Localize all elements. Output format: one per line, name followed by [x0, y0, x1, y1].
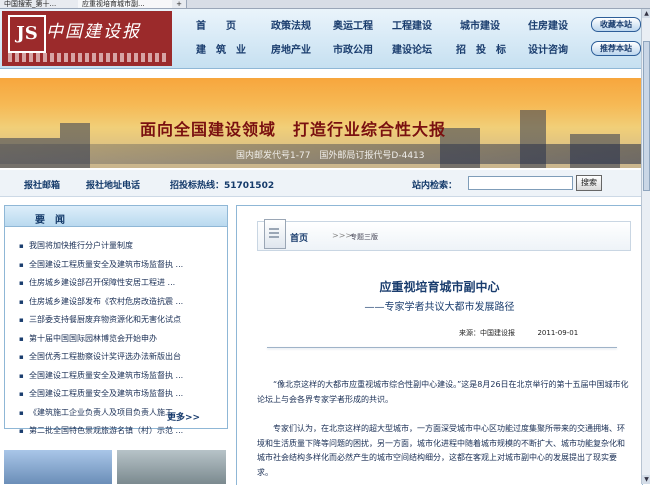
headlines-box: 要闻 ▪ 我国将加快推行分户计量制度 ▪ 全国建设工程质量安全及建筑市场监督执 ..… [4, 205, 228, 435]
recommend-button[interactable]: 推荐本站 [591, 41, 641, 56]
bullet-icon: ▪ [19, 408, 24, 417]
breadcrumb-home[interactable]: 首页 [290, 231, 308, 244]
article-meta: 来源：中国建设报 2011-09-01 [459, 328, 578, 338]
list-item[interactable]: ▪ 住房城乡建设部召开保障性安居工程进 ... [5, 274, 227, 293]
header-banner: 面向全国建设领域 打造行业综合性大报 国内邮发代号1-77 国外邮局订报代号D-… [0, 78, 650, 168]
bullet-icon: ▪ [19, 390, 24, 398]
more-link[interactable]: 更多>> [167, 410, 200, 423]
nav-housing[interactable]: 住房建设 [528, 17, 568, 32]
page-scrollbar[interactable]: ▲ ▼ [641, 9, 650, 484]
bullet-icon: ▪ [19, 371, 24, 380]
headline-link[interactable]: 全国建设工程质量安全及建筑市场监督执 ... [29, 371, 183, 380]
building-silhouette-icon [8, 53, 168, 62]
search-input[interactable] [468, 176, 573, 190]
nav-engineering[interactable]: 工程建设 [392, 17, 432, 32]
headline-link[interactable]: 全国建设工程质量安全及建筑市场监督执 ... [29, 389, 183, 398]
bookmark-button[interactable]: 收藏本站 [591, 17, 641, 32]
nav-bidding[interactable]: 招 投 标 [456, 41, 506, 56]
headline-link[interactable]: 住房城乡建设部发布《农村危房改造抗震 ... [29, 297, 183, 306]
browser-tab-strip: 中国搜索_第十... 应重视培育城市副... + [0, 0, 650, 9]
article-date: 2011-09-01 [537, 329, 579, 337]
email-link[interactable]: 报社邮箱 [24, 178, 60, 191]
article-paragraph: 专家们认为，在北京这样的超大型城市，一方面深受城市中心区功能过度集聚所带来的交通… [257, 424, 625, 477]
thumbnail-image[interactable] [4, 450, 112, 484]
nav-olympic[interactable]: 奥运工程 [333, 17, 373, 32]
banner-slogan: 面向全国建设领域 打造行业综合性大报 [140, 120, 447, 139]
bullet-icon: ▪ [19, 427, 24, 435]
headlines-header: 要闻 [5, 206, 227, 227]
scroll-down-arrow-icon[interactable]: ▼ [642, 475, 650, 484]
bullet-icon: ▪ [19, 279, 24, 287]
list-item[interactable]: ▪ 我国将加快推行分户计量制度 [5, 237, 227, 256]
scrollbar-thumb[interactable] [643, 41, 650, 191]
address-link[interactable]: 报社地址电话 [86, 178, 140, 191]
list-item[interactable]: ▪ 全国建设工程质量安全及建筑市场监督执 ... [5, 256, 227, 275]
hotline-text: 招投标热线：51701502 [170, 181, 275, 191]
site-header: JS 中国建设报 首 页 政策法规 奥运工程 工程建设 城市建设 住房建设 建 … [0, 9, 650, 69]
scroll-up-arrow-icon[interactable]: ▲ [642, 9, 650, 18]
headline-link[interactable]: 全国建设工程质量安全及建筑市场监督执 ... [29, 260, 183, 269]
list-item[interactable]: ▪ 全国建设工程质量安全及建筑市场监督执 ... [5, 367, 227, 386]
bullet-icon: ▪ [19, 353, 24, 361]
nav-home[interactable]: 首 页 [196, 17, 236, 32]
breadcrumb-current: 专题三版 [350, 233, 378, 241]
list-item[interactable]: ▪ 全国建设工程质量安全及建筑市场监督执 ... [5, 385, 227, 404]
bullet-icon: ▪ [19, 242, 24, 250]
headline-link[interactable]: 住房城乡建设部召开保障性安居工程进 ... [29, 278, 175, 287]
bullet-icon: ▪ [19, 260, 24, 269]
search-button[interactable]: 搜索 [576, 175, 602, 191]
browser-tab[interactable]: 中国搜索_第十... [0, 0, 85, 8]
thumbnail-image[interactable] [117, 450, 226, 484]
article-title: 应重视培育城市副中心 [379, 280, 500, 294]
headline-link[interactable]: 我国将加快推行分户计量制度 [29, 241, 133, 250]
headline-link[interactable]: 《建筑施工企业负责人及项目负责人施工 ... [29, 408, 183, 417]
breadcrumb: 首页 >>> 专题三版 [257, 219, 631, 251]
article-panel: 首页 >>> 专题三版 应重视培育城市副中心 ——专家学者共议大都市发展路径 来… [236, 205, 643, 485]
list-item[interactable]: ▪ 第二批全国特色景观旅游名镇（村）示范 ... [5, 422, 227, 441]
document-icon [264, 219, 286, 249]
logo-mark-icon: JS [8, 15, 46, 53]
bullet-icon: ▪ [19, 297, 24, 306]
search-label: 站内检索： [412, 181, 458, 191]
headline-link[interactable]: 全国优秀工程勘察设计奖评选办法新版出台 [29, 352, 181, 361]
list-item[interactable]: ▪ 全国优秀工程勘察设计奖评选办法新版出台 [5, 348, 227, 367]
headline-link[interactable]: 三部委支持餐厨废弃物资源化和无害化试点 [29, 315, 181, 324]
headlines-title: 要闻 [35, 215, 75, 226]
logo-text: 中国建设报 [46, 22, 141, 42]
banner-postcode: 国内邮发代号1-77 国外邮局订报代号D-4413 [236, 151, 425, 161]
nav-construction[interactable]: 建 筑 业 [196, 41, 246, 56]
nav-real-estate[interactable]: 房地产业 [271, 41, 311, 56]
list-item[interactable]: ▪ 第十届中国国际园林博览会开始申办 [5, 330, 227, 349]
list-item[interactable]: ▪ 住房城乡建设部发布《农村危房改造抗震 ... [5, 293, 227, 312]
nav-forum[interactable]: 建设论坛 [392, 41, 432, 56]
divider [267, 347, 617, 348]
list-item[interactable]: ▪ 三部委支持餐厨废弃物资源化和无害化试点 [5, 311, 227, 330]
headline-link[interactable]: 第十届中国国际园林博览会开始申办 [29, 334, 157, 343]
bullet-icon: ▪ [19, 334, 24, 343]
nav-city[interactable]: 城市建设 [460, 17, 500, 32]
bullet-icon: ▪ [19, 316, 24, 324]
nav-policy[interactable]: 政策法规 [271, 17, 311, 32]
headline-link[interactable]: 第二批全国特色景观旅游名镇（村）示范 ... [29, 426, 183, 435]
nav-municipal[interactable]: 市政公用 [333, 41, 373, 56]
new-tab-button[interactable]: + [172, 0, 187, 8]
article-source: 来源：中国建设报 [459, 329, 515, 337]
nav-design[interactable]: 设计咨询 [528, 41, 568, 56]
browser-tab-active[interactable]: 应重视培育城市副... [78, 0, 179, 8]
site-logo[interactable]: JS 中国建设报 [2, 11, 172, 66]
article-paragraph: “像北京这样的大都市应重视城市综合性副中心建设。”这是8月26日在北京举行的第十… [257, 380, 629, 404]
article-subtitle: ——专家学者共议大都市发展路径 [364, 302, 515, 313]
